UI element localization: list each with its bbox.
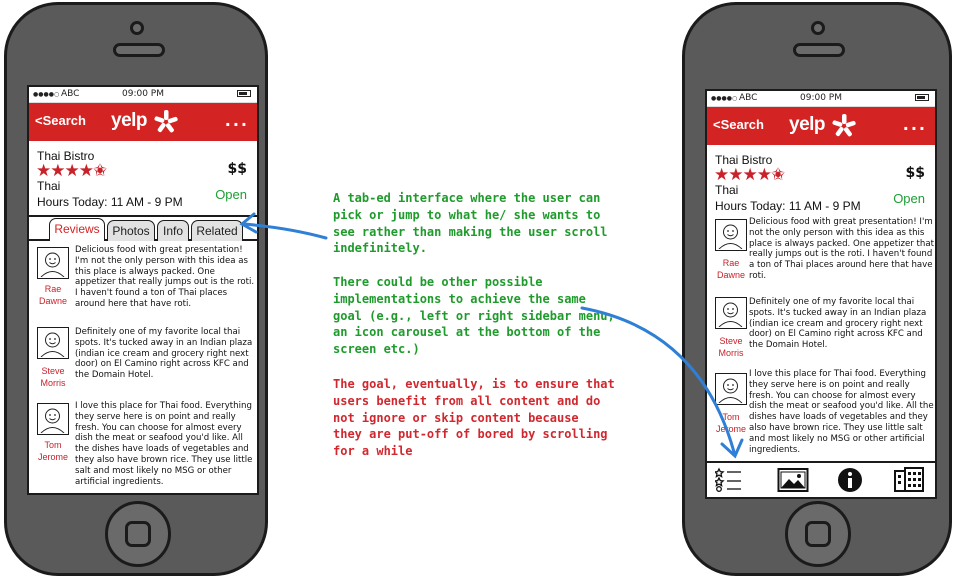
toolbar-reviews-button[interactable] [713,467,745,493]
reviewer-avatar [37,403,69,435]
business-header: Thai Bistro ★★★★✬ Thai Hours Today: 11 A… [707,145,935,215]
reviewer-name: Steve Morris [33,365,73,389]
reviewer-last-name: Dawne [716,270,745,280]
yelp-wordmark: yelp [789,114,826,136]
business-header: Thai Bistro ★★★★✬ Thai Hours Today: 11 A… [29,141,257,217]
home-button[interactable] [785,501,851,567]
business-hours: Hours Today: 11 AM - 9 PM [715,199,861,213]
icon-toolbar [707,461,935,497]
reviewer-last-name: Dawne [38,296,67,306]
reviewer-first-name: Steve [719,336,743,346]
reviewer-first-name: Rae [722,258,740,268]
left-phone-screen: ●●●●○ ABC 09:00 PM <Search yelp ... Thai… [27,85,259,495]
toolbar-photos-button[interactable] [777,467,809,493]
reviewer-last-name: Jerome [715,424,746,434]
reviewer-last-name: Jerome [37,452,68,462]
reviewer-avatar [715,373,747,405]
front-camera [130,21,144,35]
info-icon [838,468,862,492]
review-text: Definitely one of my favorite local thai… [75,327,253,381]
review-text: Delicious food with great presentation! … [749,217,934,281]
tab-bar: Reviews Photos Info Related [29,217,257,241]
review-text: Delicious food with great presentation! … [75,245,255,309]
nav-bar: <Search yelp ... [29,103,257,141]
more-menu-button[interactable]: ... [225,111,249,130]
reviewer-avatar [715,297,747,329]
reviewer-avatar [37,247,69,279]
review-text: I love this place for Thai food. Everyth… [749,369,934,455]
left-phone-frame: ●●●●○ ABC 09:00 PM <Search yelp ... Thai… [4,2,268,576]
home-button[interactable] [105,501,171,567]
tab-info[interactable]: Info [157,220,189,241]
clock: 09:00 PM [122,89,164,99]
right-phone-frame: ●●●●○ ABC 09:00 PM <Search yelp ... Thai… [682,2,952,576]
rating-stars: ★★★★✬ [36,161,107,181]
open-status: Open [893,191,925,206]
business-category: Thai [37,179,61,193]
business-hours: Hours Today: 11 AM - 9 PM [37,195,183,209]
battery-icon [237,90,251,97]
reviewer-name: Rae Dawne [33,283,73,307]
user-avatar-icon [718,302,743,327]
price-level: $$ [227,161,247,177]
user-avatar-icon [40,252,65,277]
right-phone-screen: ●●●●○ ABC 09:00 PM <Search yelp ... Thai… [705,89,937,499]
annotation-tabbed-interface: A tab-ed interface where the user can pi… [333,191,608,256]
reviewer-last-name: Morris [718,348,744,358]
rating-stars: ★★★★✬ [714,165,785,185]
earpiece-speaker [113,43,165,57]
tab-photos[interactable]: Photos [107,220,155,241]
reviewer-first-name: Steve [41,366,65,376]
yelp-logo: yelp [111,109,178,133]
status-bar: ●●●●○ ABC 09:00 PM [29,87,257,103]
front-camera [811,21,825,35]
related-icon [894,467,924,492]
tab-reviews[interactable]: Reviews [49,218,105,241]
reviewer-first-name: Tom [722,412,740,422]
reviewer-name: Tom Jerome [33,439,73,463]
review-text: Definitely one of my favorite local thai… [749,297,927,351]
yelp-burst-icon [832,114,856,137]
yelp-logo: yelp [789,113,856,137]
clock: 09:00 PM [800,93,842,103]
yelp-wordmark: yelp [111,110,148,132]
user-avatar-icon [718,224,743,249]
annotation-alternatives: There could be other possible implementa… [333,275,615,357]
reviewer-last-name: Morris [40,378,66,388]
status-bar: ●●●●○ ABC 09:00 PM [707,91,935,107]
back-search-button[interactable]: <Search [35,113,86,128]
annotation-goal: The goal, eventually, is to ensure that … [333,377,615,459]
back-search-button[interactable]: <Search [713,117,764,132]
reviewer-name: Tom Jerome [711,411,751,435]
reviews-list-icon [713,467,741,492]
photos-icon [777,468,809,492]
price-level: $$ [905,165,925,181]
reviewer-name: Rae Dawne [711,257,751,281]
earpiece-speaker [793,43,845,57]
yelp-burst-icon [154,110,178,133]
reviewer-name: Steve Morris [711,335,751,359]
toolbar-related-button[interactable] [893,467,924,493]
reviewer-first-name: Tom [44,440,62,450]
more-menu-button[interactable]: ... [903,115,927,134]
business-category: Thai [715,183,739,197]
nav-bar: <Search yelp ... [707,107,935,145]
open-status: Open [215,187,247,202]
toolbar-info-button[interactable] [835,467,865,493]
reviewer-avatar [715,219,747,251]
battery-icon [915,94,929,101]
reviewer-first-name: Rae [44,284,62,294]
reviewer-avatar [37,327,69,359]
user-avatar-icon [40,332,65,357]
user-avatar-icon [718,378,743,403]
tab-related[interactable]: Related [191,220,243,241]
user-avatar-icon [40,408,65,433]
review-text: I love this place for Thai food. Everyth… [75,401,253,487]
